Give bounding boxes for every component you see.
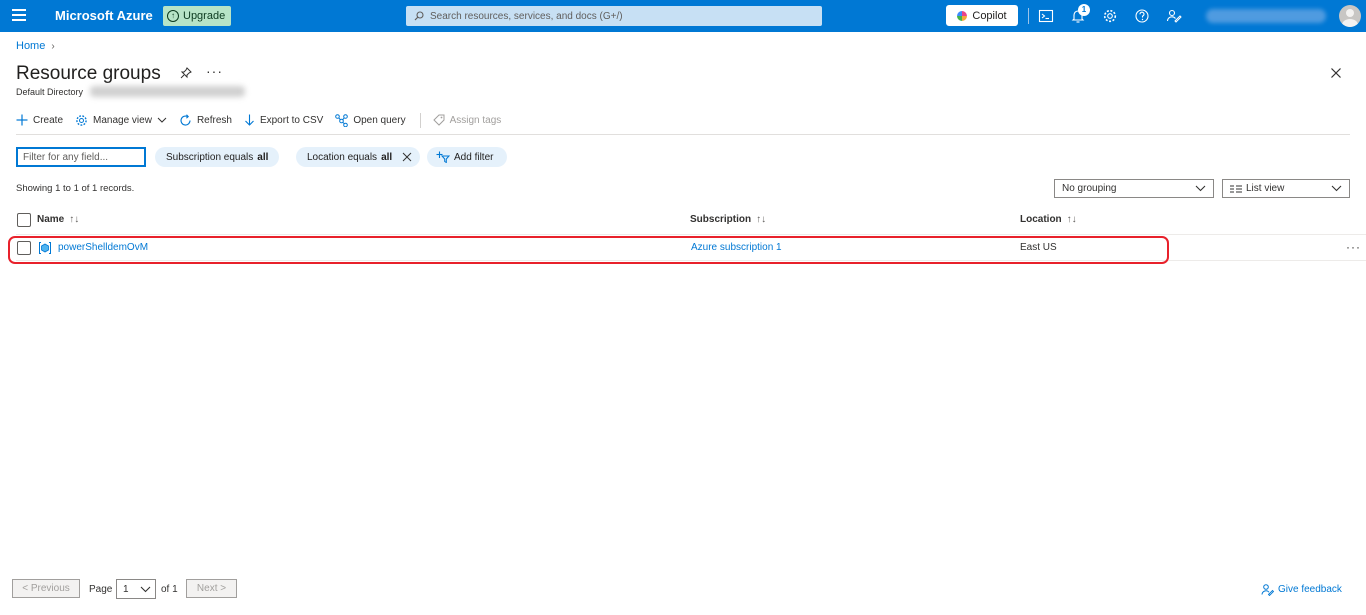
- filter-input[interactable]: [16, 147, 146, 167]
- view-selected: List view: [1230, 183, 1284, 194]
- manage-view-label: Manage view: [93, 114, 152, 126]
- column-header-location[interactable]: Location ↑↓: [1020, 214, 1077, 225]
- select-all-checkbox[interactable]: [17, 213, 31, 227]
- gear-icon: [76, 114, 87, 126]
- assign-tags-label: Assign tags: [449, 114, 502, 126]
- next-page-button[interactable]: Next >: [186, 579, 237, 598]
- hamburger-icon[interactable]: [12, 9, 26, 21]
- gear-icon[interactable]: [1102, 8, 1118, 24]
- copilot-label: Copilot: [972, 9, 1007, 22]
- page-select[interactable]: 1: [116, 579, 156, 599]
- subscription-filter-label: Subscription equals: [166, 151, 254, 163]
- brand-title[interactable]: Microsoft Azure: [55, 8, 153, 23]
- column-subscription-label: Subscription: [690, 214, 752, 225]
- grouping-value: No grouping: [1062, 183, 1117, 194]
- feedback-icon[interactable]: [1166, 8, 1182, 24]
- help-icon[interactable]: [1134, 8, 1150, 24]
- copilot-button[interactable]: Copilot: [946, 5, 1018, 26]
- search-input[interactable]: [430, 10, 810, 22]
- column-header-name[interactable]: Name ↑↓: [37, 214, 79, 225]
- add-filter-icon: [436, 151, 450, 163]
- page-title: Resource groups: [16, 63, 161, 84]
- upgrade-button[interactable]: ↑ Upgrade: [163, 6, 232, 26]
- column-name-label: Name: [37, 214, 65, 225]
- create-label: Create: [33, 114, 64, 126]
- arrow-up-icon: ↑: [167, 10, 179, 22]
- view-value: List view: [1246, 183, 1285, 194]
- sort-icon: ↑↓: [69, 214, 80, 225]
- subscription-filter-value: all: [257, 151, 269, 163]
- refresh-button[interactable]: Refresh: [179, 112, 232, 128]
- page-count-label: of 1: [161, 584, 178, 595]
- copilot-icon: [957, 10, 968, 21]
- grouping-dropdown[interactable]: No grouping: [1054, 179, 1214, 198]
- command-bar: Create Manage view Refresh Export to CSV…: [16, 112, 513, 128]
- toolbar-divider: [419, 112, 421, 128]
- refresh-icon: [180, 113, 191, 126]
- close-icon[interactable]: [402, 152, 412, 162]
- chevron-right-icon: ›: [51, 40, 55, 52]
- chevron-down-icon: [1195, 185, 1206, 192]
- page-subtitle: Default Directory: [16, 87, 84, 97]
- manage-view-button[interactable]: Manage view: [75, 112, 167, 128]
- sort-icon: ↑↓: [1066, 214, 1077, 225]
- feedback-icon: [1261, 584, 1274, 596]
- chevron-down-icon: [1331, 185, 1342, 192]
- close-icon[interactable]: [1330, 67, 1342, 79]
- breadcrumb-home[interactable]: Home: [16, 40, 45, 52]
- search-icon: [414, 11, 424, 21]
- records-count: Showing 1 to 1 of 1 records.: [16, 183, 135, 194]
- refresh-label: Refresh: [196, 114, 232, 126]
- column-header-subscription[interactable]: Subscription ↑↓: [690, 214, 766, 225]
- assign-tags-button[interactable]: Assign tags: [432, 112, 502, 128]
- global-search[interactable]: [406, 6, 822, 26]
- give-feedback-label: Give feedback: [1278, 584, 1342, 595]
- command-bar-divider: [16, 134, 1350, 135]
- subscription-filter-pill[interactable]: Subscription equals all: [155, 147, 280, 167]
- list-icon: [1230, 185, 1242, 192]
- give-feedback-link[interactable]: Give feedback: [1261, 583, 1342, 596]
- query-icon: [335, 113, 349, 127]
- cloud-shell-icon[interactable]: [1038, 8, 1054, 24]
- create-button[interactable]: Create: [16, 112, 63, 128]
- sort-icon: ↑↓: [756, 214, 767, 225]
- account-info-blurred[interactable]: [1206, 9, 1326, 23]
- previous-page-button[interactable]: < Previous: [12, 579, 80, 598]
- table-header-divider: [16, 234, 1366, 235]
- email-blurred: [90, 86, 245, 97]
- column-location-label: Location: [1020, 214, 1062, 225]
- upgrade-label: Upgrade: [183, 10, 226, 22]
- page-select-value: 1: [123, 583, 129, 595]
- add-filter-button[interactable]: Add filter: [427, 147, 508, 167]
- top-bar: Microsoft Azure ↑ Upgrade Copilot 1: [0, 0, 1366, 32]
- row-more-icon[interactable]: ···: [1346, 241, 1361, 253]
- plus-icon: [16, 114, 28, 126]
- tag-icon: [432, 114, 445, 126]
- notification-badge: 1: [1078, 4, 1090, 16]
- toolbar-divider: [1028, 8, 1029, 24]
- breadcrumb: Home ›: [16, 40, 55, 52]
- open-query-label: Open query: [353, 114, 406, 126]
- export-csv-label: Export to CSV: [259, 114, 324, 126]
- pin-icon[interactable]: [180, 67, 192, 79]
- location-filter-pill[interactable]: Location equals all: [296, 147, 421, 167]
- open-query-button[interactable]: Open query: [335, 112, 406, 128]
- avatar[interactable]: [1339, 5, 1361, 27]
- more-options-icon[interactable]: ···: [206, 63, 223, 79]
- download-icon: [245, 114, 254, 126]
- view-dropdown[interactable]: List view: [1222, 179, 1350, 198]
- location-filter-value: all: [381, 151, 393, 163]
- chevron-down-icon: [157, 117, 167, 123]
- page-label: Page: [89, 584, 113, 595]
- add-filter-label: Add filter: [454, 151, 494, 163]
- chevron-down-icon: [140, 586, 151, 593]
- location-filter-label: Location equals: [307, 151, 378, 163]
- export-csv-button[interactable]: Export to CSV: [244, 112, 323, 128]
- row-highlight-annotation: [8, 236, 1169, 264]
